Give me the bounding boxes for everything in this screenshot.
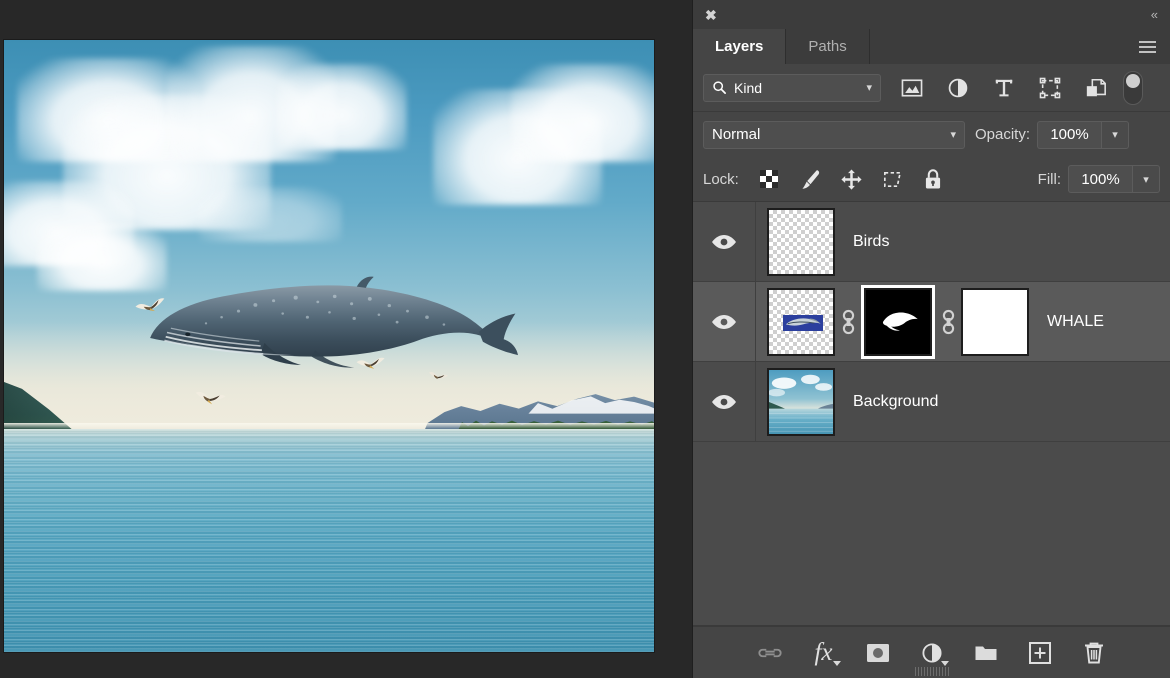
adjustment-icon	[921, 642, 943, 664]
lock-position-icon[interactable]	[831, 164, 872, 194]
blend-mode-row: Normal ▾ Opacity: 100% ▾	[693, 112, 1170, 157]
blend-mode-select[interactable]: Normal ▾	[703, 121, 965, 149]
filter-type-icons	[889, 71, 1143, 105]
layer-visibility-toggle[interactable]	[693, 282, 756, 361]
eye-icon	[711, 394, 737, 410]
layer-list[interactable]: Birds	[693, 202, 1170, 626]
fill-input[interactable]: 100%	[1068, 165, 1132, 193]
close-icon[interactable]: ✖	[705, 8, 717, 22]
tab-paths-label: Paths	[808, 38, 846, 55]
panel-tabs: Layers Paths	[693, 29, 1170, 64]
mask-link-icon[interactable]	[835, 309, 861, 335]
filter-kind-select[interactable]: Kind ▾	[703, 74, 881, 102]
filter-shape-layers-icon[interactable]	[1027, 73, 1073, 103]
table-row[interactable]: Background	[693, 362, 1170, 442]
opacity-stepper[interactable]: ▾	[1101, 121, 1129, 149]
eye-icon	[711, 314, 737, 330]
bird-pelican	[354, 354, 388, 376]
document-image[interactable]	[4, 40, 654, 652]
table-row[interactable]: WHALE	[693, 282, 1170, 362]
fx-icon: fx	[814, 640, 832, 665]
mask-icon	[866, 643, 890, 663]
layer-name[interactable]: WHALE	[1047, 313, 1104, 331]
filter-smart-object-icon[interactable]	[1073, 73, 1119, 103]
lock-label: Lock:	[703, 171, 739, 188]
vector-mask-thumbnail[interactable]	[961, 288, 1029, 356]
tab-layers[interactable]: Layers	[693, 29, 786, 64]
tabs-empty-space	[870, 29, 1139, 64]
layer-thumbnail[interactable]	[767, 368, 835, 436]
whale-artwork	[128, 245, 518, 386]
fill-label: Fill:	[1038, 171, 1061, 188]
filter-pixel-layers-icon[interactable]	[889, 73, 935, 103]
caret-down-icon	[833, 661, 841, 666]
chevron-down-icon: ▾	[1143, 173, 1149, 186]
add-layer-mask-button[interactable]	[851, 633, 905, 673]
filter-enable-toggle[interactable]	[1123, 71, 1143, 105]
filter-type-layers-icon[interactable]	[981, 73, 1027, 103]
fill-stepper[interactable]: ▾	[1132, 165, 1160, 193]
tab-layers-label: Layers	[715, 38, 763, 55]
table-row[interactable]: Birds	[693, 202, 1170, 282]
new-group-button[interactable]	[959, 633, 1013, 673]
collapse-panel-icon[interactable]: «	[1151, 8, 1156, 21]
chevron-down-icon: ▾	[1112, 128, 1118, 141]
blend-mode-value: Normal	[712, 126, 950, 143]
opacity-label: Opacity:	[975, 126, 1030, 143]
fill-group: Fill: 100% ▾	[1028, 165, 1160, 193]
delete-layer-button[interactable]	[1067, 633, 1121, 673]
chevron-down-icon: ▾	[950, 128, 956, 141]
layer-name[interactable]: Birds	[853, 233, 889, 251]
trash-icon	[1083, 641, 1105, 665]
layer-thumbnails	[756, 208, 835, 276]
layer-thumbnail[interactable]	[767, 208, 835, 276]
caret-down-icon	[941, 661, 949, 666]
layer-thumbnail[interactable]	[767, 288, 835, 356]
filter-kind-label: Kind	[734, 80, 859, 96]
horizon-glow	[4, 423, 654, 429]
new-layer-icon	[1029, 642, 1051, 664]
eye-icon	[711, 234, 737, 250]
layer-filter-row: Kind ▾	[693, 64, 1170, 112]
layer-thumbnails	[756, 368, 835, 436]
opacity-value: 100%	[1050, 126, 1088, 143]
lock-image-pixels-icon[interactable]	[790, 164, 831, 194]
panel-menu-icon[interactable]	[1139, 41, 1170, 53]
filter-adjustment-layers-icon[interactable]	[935, 73, 981, 103]
link-icon	[757, 646, 783, 660]
tab-paths[interactable]: Paths	[786, 29, 869, 64]
search-icon	[712, 80, 727, 95]
water-surface	[4, 429, 654, 652]
link-layers-button[interactable]	[743, 633, 797, 673]
layer-name[interactable]: Background	[853, 393, 938, 411]
lock-transparent-pixels-icon[interactable]	[749, 164, 790, 194]
panel-titlebar: ✖ «	[693, 0, 1170, 29]
new-layer-button[interactable]	[1013, 633, 1067, 673]
layer-thumbnail-art	[783, 315, 823, 331]
lock-all-icon[interactable]	[913, 164, 954, 194]
panel-resize-grip[interactable]	[915, 667, 949, 676]
layer-mask-thumbnail[interactable]	[864, 288, 932, 356]
folder-icon	[974, 643, 998, 663]
layer-visibility-toggle[interactable]	[693, 202, 756, 281]
layers-panel: ✖ « Layers Paths Kind ▾	[692, 0, 1170, 678]
fill-value: 100%	[1081, 171, 1119, 188]
opacity-input[interactable]: 100%	[1037, 121, 1101, 149]
layer-styles-button[interactable]: fx	[797, 633, 851, 673]
vector-mask-link-icon[interactable]	[935, 309, 961, 335]
lock-artboard-nesting-icon[interactable]	[872, 164, 913, 194]
layer-visibility-toggle[interactable]	[693, 362, 756, 441]
layers-panel-footer: fx	[693, 626, 1170, 678]
lock-row: Lock:	[693, 157, 1170, 202]
chevron-down-icon: ▾	[866, 81, 872, 94]
layer-thumbnails	[756, 288, 1029, 356]
document-canvas-area[interactable]	[0, 0, 692, 678]
